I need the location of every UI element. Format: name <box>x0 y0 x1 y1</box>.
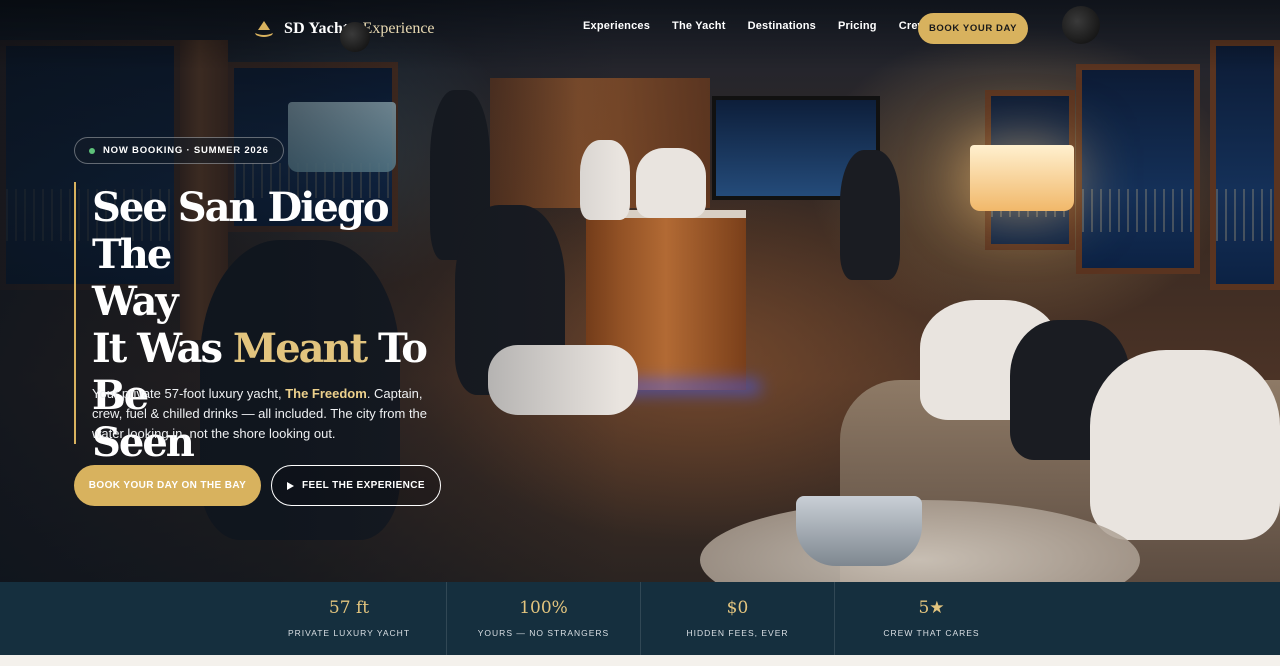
stat-value: 5★ <box>918 598 945 618</box>
nav-item-the-yacht[interactable]: The Yacht <box>672 20 726 32</box>
stat-label: CREW THAT CARES <box>883 628 980 638</box>
hero-accent-line <box>74 182 76 444</box>
stat-item: 57 ft PRIVATE LUXURY YACHT <box>252 582 446 655</box>
play-icon <box>287 481 294 490</box>
stat-item: 5★ CREW THAT CARES <box>834 582 1028 655</box>
guest-figure <box>1090 350 1280 540</box>
nav-item-pricing[interactable]: Pricing <box>838 20 877 32</box>
page-bottom-strip <box>0 655 1280 666</box>
nav-item-experiences[interactable]: Experiences <box>583 20 650 32</box>
book-your-day-button[interactable]: BOOK YOUR DAY <box>918 13 1028 44</box>
brand-name: SD Yacht <box>284 20 349 37</box>
booking-badge: NOW BOOKING · SUMMER 2026 <box>74 137 284 164</box>
yacht-name: The Freedom <box>285 386 367 401</box>
hero-title-line: See San Diego The <box>92 184 390 278</box>
book-day-on-bay-button[interactable]: BOOK YOUR DAY ON THE BAY <box>74 465 261 506</box>
hero-title-highlight: Meant <box>232 325 368 372</box>
stats-bar: 57 ft PRIVATE LUXURY YACHT 100% YOURS — … <box>0 582 1280 655</box>
ceiling-speaker-icon <box>340 22 370 52</box>
guest-figure <box>636 148 706 218</box>
feel-experience-button[interactable]: FEEL THE EXPERIENCE <box>271 465 441 506</box>
feel-experience-label: FEEL THE EXPERIENCE <box>302 480 425 491</box>
main-nav: Experiences The Yacht Destinations Prici… <box>583 20 926 32</box>
stat-label: YOURS — NO STRANGERS <box>477 628 610 638</box>
hero-description-text: Your private 57-foot luxury yacht, <box>92 386 286 401</box>
stat-value: 100% <box>519 598 568 618</box>
badge-text: NOW BOOKING · SUMMER 2026 <box>103 145 269 156</box>
hero-title-line: It Was <box>92 325 233 372</box>
hero-description: Your private 57-foot luxury yacht, The F… <box>92 384 432 444</box>
stat-label: HIDDEN FEES, EVER <box>686 628 789 638</box>
stat-label: PRIVATE LUXURY YACHT <box>287 628 411 638</box>
nav-item-destinations[interactable]: Destinations <box>748 20 816 32</box>
sail-logo-icon <box>255 21 273 37</box>
stat-value: 57 ft <box>328 598 370 618</box>
stat-item: $0 HIDDEN FEES, EVER <box>640 582 834 655</box>
stat-item: 100% YOURS — NO STRANGERS <box>446 582 640 655</box>
stat-value: $0 <box>726 598 749 618</box>
table-lamp <box>970 145 1074 211</box>
cabin-window <box>1076 64 1200 274</box>
cabin-window <box>1210 40 1280 290</box>
champagne-bucket <box>796 496 922 566</box>
ceiling-speaker-icon <box>1062 6 1100 44</box>
brand-subtitle: Experience <box>362 20 435 37</box>
guest-figure <box>840 150 900 280</box>
hero-title-line: Way <box>92 278 179 325</box>
status-dot-icon <box>89 147 95 154</box>
site-header: SD Yacht Experience Experiences The Yach… <box>0 0 1280 56</box>
